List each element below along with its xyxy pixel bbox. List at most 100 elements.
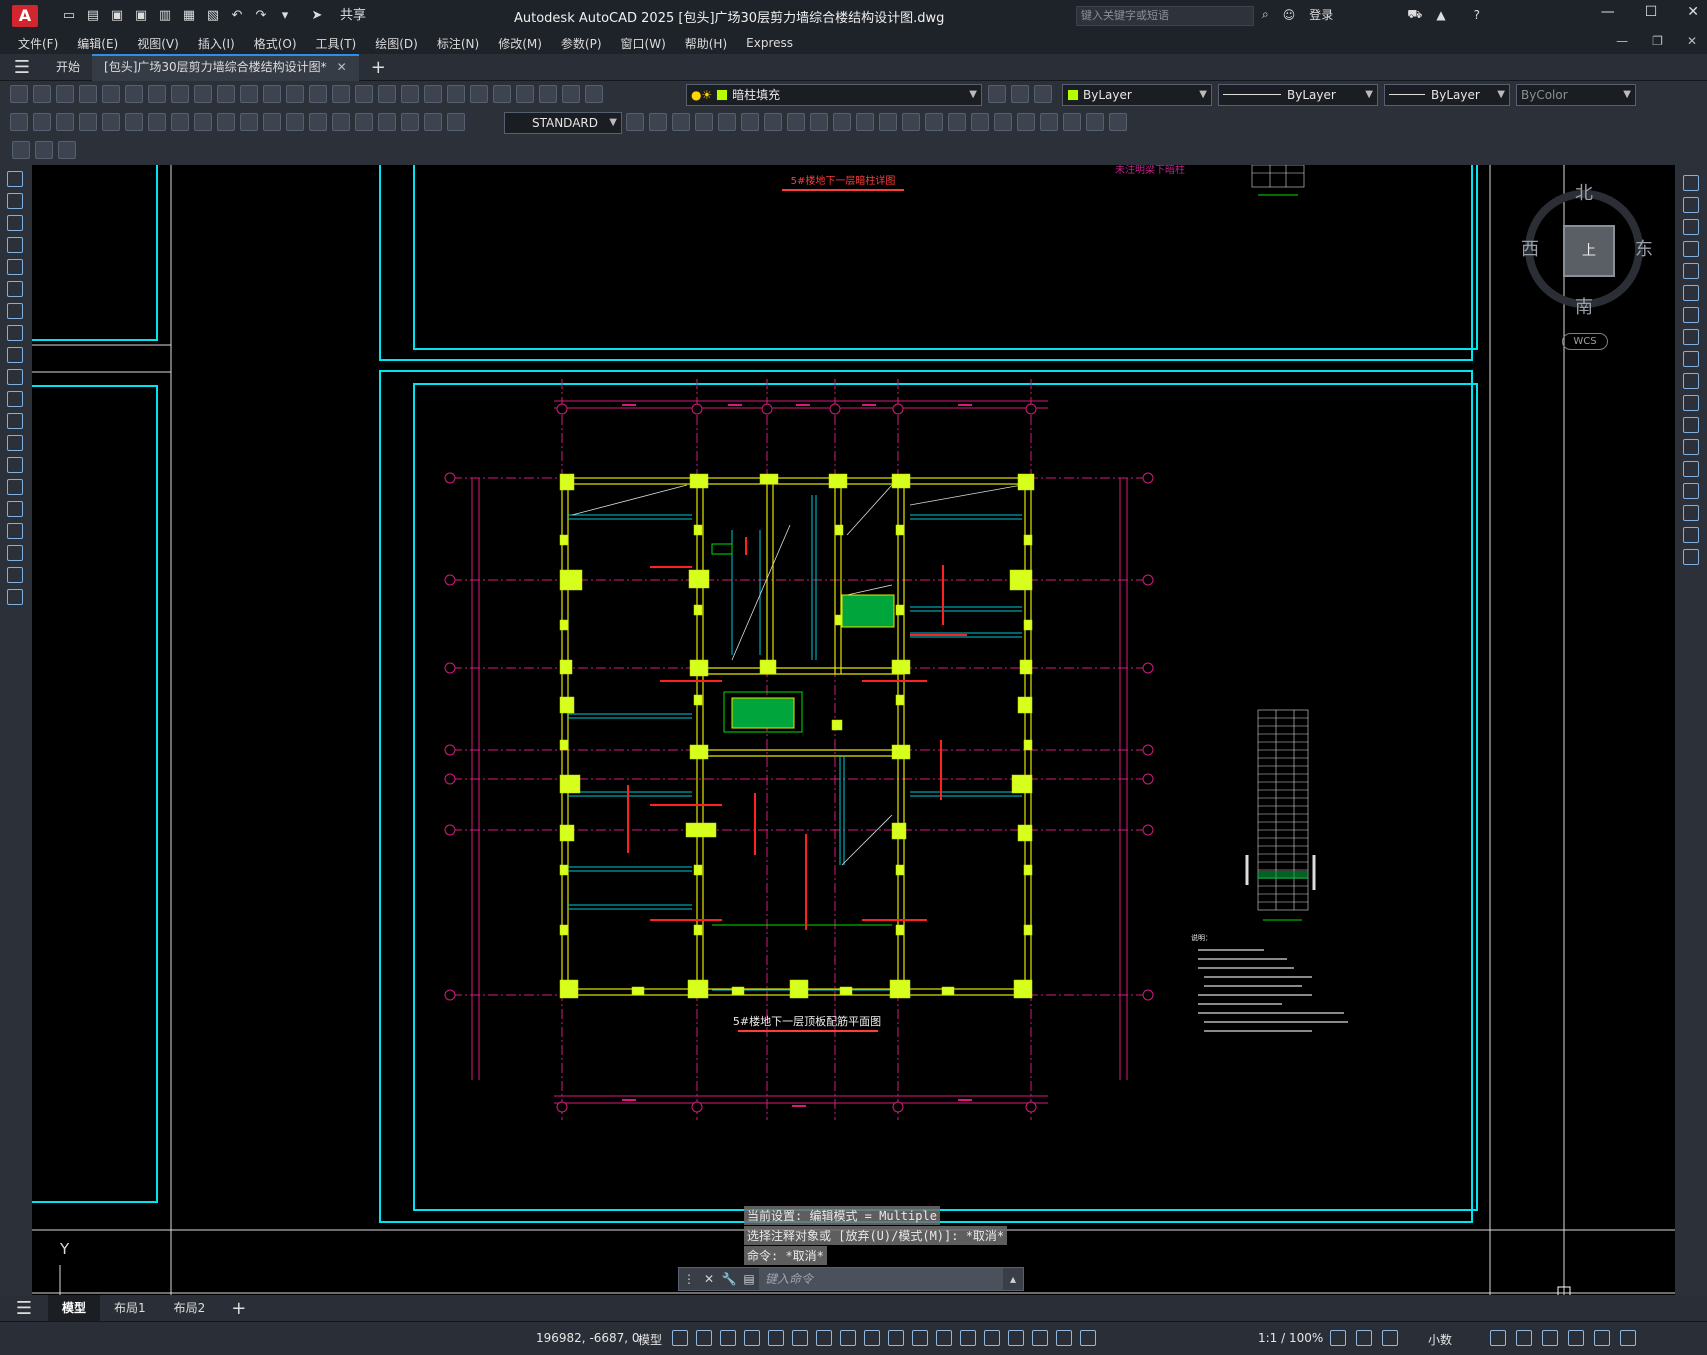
save-icon[interactable] bbox=[56, 85, 74, 103]
login-button[interactable]: 登录 bbox=[1309, 6, 1333, 23]
cart-icon[interactable]: ⛟ bbox=[1407, 7, 1422, 23]
maximize-icon[interactable]: ☐ bbox=[1645, 4, 1658, 20]
dim-jogged-icon[interactable] bbox=[125, 113, 143, 131]
quick-dim-icon[interactable] bbox=[194, 113, 212, 131]
plotstyle-dropdown[interactable]: ByColor ▼ bbox=[1516, 84, 1636, 106]
move-icon[interactable] bbox=[1683, 285, 1699, 301]
open-icon[interactable] bbox=[33, 85, 51, 103]
line-icon[interactable] bbox=[7, 171, 23, 187]
polygon-icon[interactable] bbox=[7, 237, 23, 253]
undo-icon[interactable] bbox=[286, 85, 304, 103]
dim-text-edit-icon[interactable] bbox=[424, 113, 442, 131]
publish-icon[interactable] bbox=[125, 85, 143, 103]
scale-icon[interactable] bbox=[1683, 329, 1699, 345]
spline-icon[interactable] bbox=[7, 347, 23, 363]
polyline-icon[interactable] bbox=[7, 215, 23, 231]
auto-scale-icon[interactable] bbox=[1080, 1330, 1096, 1346]
dim-ordinate-icon[interactable] bbox=[79, 113, 97, 131]
zoom-previous-icon[interactable] bbox=[401, 85, 419, 103]
ellipse-arc-icon[interactable] bbox=[7, 391, 23, 407]
dynamic-input-icon[interactable] bbox=[744, 1330, 760, 1346]
dim-linear-icon[interactable] bbox=[10, 113, 28, 131]
ortho-icon[interactable] bbox=[768, 1330, 784, 1346]
rectangle-icon[interactable] bbox=[7, 259, 23, 275]
fillet-icon[interactable] bbox=[1683, 505, 1699, 521]
zoom-realtime-icon[interactable] bbox=[355, 85, 373, 103]
point-icon[interactable] bbox=[7, 457, 23, 473]
dim-diameter-icon[interactable] bbox=[148, 113, 166, 131]
lineweight-icon[interactable] bbox=[888, 1330, 904, 1346]
dim-baseline-icon[interactable] bbox=[217, 113, 235, 131]
design-center-icon[interactable] bbox=[447, 85, 465, 103]
share-icon[interactable]: ➤ bbox=[308, 7, 326, 25]
bring-to-front-icon[interactable] bbox=[12, 141, 30, 159]
send-to-back-icon[interactable] bbox=[35, 141, 53, 159]
layer-properties-icon[interactable] bbox=[585, 85, 603, 103]
offset-icon[interactable] bbox=[1683, 241, 1699, 257]
menu-modify[interactable]: 修改(M) bbox=[490, 35, 553, 52]
insert-block-icon[interactable] bbox=[7, 413, 23, 429]
model-space-toggle[interactable]: 模型 bbox=[638, 1331, 662, 1348]
customize-icon[interactable]: ▾ bbox=[276, 7, 294, 25]
intersect-icon[interactable] bbox=[879, 113, 897, 131]
layer-dropdown[interactable]: ●☀ 暗柱填充 ▼ bbox=[686, 84, 982, 106]
dim-arc-icon[interactable] bbox=[56, 113, 74, 131]
dim-angular-icon[interactable] bbox=[171, 113, 189, 131]
dim-radius-icon[interactable] bbox=[102, 113, 120, 131]
mtext-icon[interactable] bbox=[7, 567, 23, 583]
properties-icon[interactable] bbox=[424, 85, 442, 103]
pdf-icon[interactable] bbox=[148, 85, 166, 103]
ucs-previous-icon[interactable] bbox=[1086, 113, 1104, 131]
revolve-icon[interactable] bbox=[787, 113, 805, 131]
dim-continue-icon[interactable] bbox=[240, 113, 258, 131]
3d-osnap-icon[interactable] bbox=[960, 1330, 976, 1346]
blend-curves-icon[interactable] bbox=[1683, 527, 1699, 543]
save-icon[interactable]: ▣ bbox=[108, 7, 126, 25]
drag-handle-icon[interactable]: ⋮ bbox=[679, 1272, 699, 1286]
undo-icon[interactable]: ↶ bbox=[228, 7, 246, 25]
doc-minimize-icon[interactable]: — bbox=[1616, 34, 1628, 48]
user-icon[interactable]: ☺ bbox=[1283, 8, 1296, 22]
snap-icon[interactable] bbox=[696, 1330, 712, 1346]
inspect-icon[interactable] bbox=[355, 113, 373, 131]
break-at-point-icon[interactable] bbox=[1683, 417, 1699, 433]
chevron-up-icon[interactable]: ▴ bbox=[1003, 1272, 1023, 1286]
break-icon[interactable] bbox=[1683, 439, 1699, 455]
loft-icon[interactable] bbox=[810, 113, 828, 131]
close-icon[interactable]: ✕ bbox=[1687, 4, 1699, 20]
move-3d-icon[interactable] bbox=[902, 113, 920, 131]
dimstyle-dropdown[interactable]: STANDARD ▼ bbox=[504, 112, 622, 134]
zoom-window-icon[interactable] bbox=[378, 85, 396, 103]
array-3d-icon[interactable] bbox=[971, 113, 989, 131]
stretch-icon[interactable] bbox=[1683, 351, 1699, 367]
tab-layout2[interactable]: 布局2 bbox=[160, 1295, 220, 1321]
mirror-icon[interactable] bbox=[1683, 219, 1699, 235]
presspull-icon[interactable] bbox=[741, 113, 759, 131]
layout-menu-icon[interactable]: ☰ bbox=[0, 1298, 48, 1319]
dim-space-icon[interactable] bbox=[263, 113, 281, 131]
graphics-performance-icon[interactable] bbox=[1568, 1330, 1584, 1346]
calculator-icon[interactable] bbox=[539, 85, 557, 103]
tab-model[interactable]: 模型 bbox=[48, 1295, 101, 1321]
menu-format[interactable]: 格式(O) bbox=[246, 35, 308, 52]
search-icon[interactable]: ⌕ bbox=[1262, 7, 1269, 22]
isolate-objects-icon[interactable] bbox=[1542, 1330, 1558, 1346]
hatch-icon[interactable] bbox=[7, 479, 23, 495]
new-tab-icon[interactable]: + bbox=[359, 57, 398, 78]
block-editor-icon[interactable] bbox=[263, 85, 281, 103]
wedge-icon[interactable] bbox=[672, 113, 690, 131]
center-mark-icon[interactable] bbox=[332, 113, 350, 131]
menu-dimension[interactable]: 标注(N) bbox=[429, 35, 490, 52]
add-selected-icon[interactable] bbox=[7, 589, 23, 605]
extrude-icon[interactable] bbox=[718, 113, 736, 131]
compass-south[interactable]: 南 bbox=[1575, 293, 1593, 319]
join-icon[interactable] bbox=[1683, 461, 1699, 477]
extend-icon[interactable] bbox=[1683, 395, 1699, 411]
annotation-visibility-icon[interactable] bbox=[1056, 1330, 1072, 1346]
infer-icon[interactable] bbox=[720, 1330, 736, 1346]
jogged-linear-icon[interactable] bbox=[378, 113, 396, 131]
tab-start[interactable]: 开始 bbox=[44, 54, 92, 81]
units-dropdown[interactable]: 小数 bbox=[1428, 1331, 1452, 1348]
make-current-icon[interactable] bbox=[988, 85, 1006, 103]
quick-properties-icon[interactable] bbox=[1490, 1330, 1506, 1346]
